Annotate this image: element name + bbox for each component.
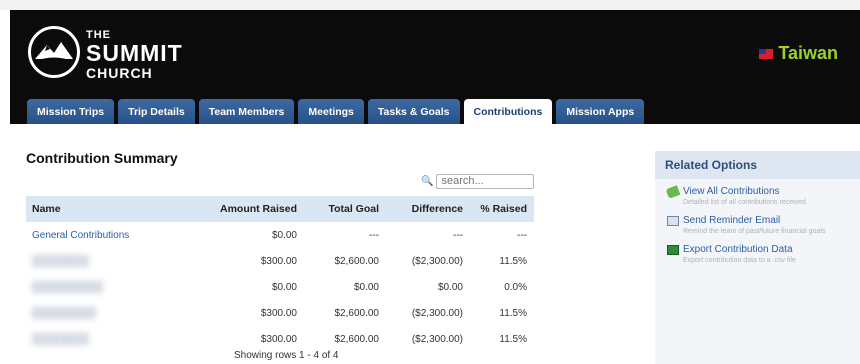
row-percent-raised: 0.0% <box>504 281 527 293</box>
row-difference: ($2,300.00) <box>411 333 463 345</box>
table-header: Name Amount Raised Total Goal Difference… <box>26 196 534 222</box>
row-difference: --- <box>453 229 463 241</box>
tab-tasks-goals[interactable]: Tasks & Goals <box>367 99 460 124</box>
tab-contributions[interactable]: Contributions <box>463 99 553 124</box>
row-total-goal: $2,600.00 <box>334 307 380 319</box>
table-row: ██████████ $0.00 $0.00 $0.00 0.0% <box>26 274 534 300</box>
table-row: ████████ $300.00 $2,600.00 ($2,300.00) 1… <box>26 326 534 352</box>
spreadsheet-icon <box>667 245 679 255</box>
main-content: Contribution Summary 🔍 Name Amount Raise… <box>10 124 640 364</box>
column-header-name[interactable]: Name <box>26 203 206 215</box>
row-total-goal: $0.00 <box>353 281 379 293</box>
related-options-panel: Related Options View All Contributions D… <box>655 151 860 364</box>
mountain-logo-icon <box>28 26 80 78</box>
contributions-table: Name Amount Raised Total Goal Difference… <box>26 196 534 352</box>
search-icon: 🔍 <box>421 176 434 187</box>
logo-summit: SUMMIT <box>86 40 183 66</box>
search-input[interactable] <box>436 174 535 189</box>
location-label: Taiwan <box>778 43 838 63</box>
top-strip <box>0 0 860 10</box>
row-percent-raised: 11.5% <box>499 307 527 319</box>
tab-mission-apps[interactable]: Mission Apps <box>556 99 645 124</box>
pagination-status: Showing rows 1 - 4 of 4 <box>234 350 339 361</box>
row-difference: ($2,300.00) <box>411 255 463 267</box>
option-view-all-contributions[interactable]: View All Contributions Detailed list of … <box>655 185 860 208</box>
summit-church-logo[interactable]: THE SUMMIT CHURCH <box>28 26 198 90</box>
option-title[interactable]: Export Contribution Data <box>683 243 860 256</box>
row-name-redacted[interactable]: ██████████ <box>26 282 206 293</box>
row-percent-raised: --- <box>517 229 527 241</box>
table-row: █████████ $300.00 $2,600.00 ($2,300.00) … <box>26 300 534 326</box>
row-difference: ($2,300.00) <box>411 307 463 319</box>
row-amount-raised: $300.00 <box>260 307 297 319</box>
row-difference: $0.00 <box>437 281 463 293</box>
row-amount-raised: $0.00 <box>271 281 297 293</box>
row-percent-raised: 11.5% <box>499 255 527 267</box>
column-header-percent-raised[interactable]: % Raised <box>463 203 527 215</box>
tab-meetings[interactable]: Meetings <box>298 99 364 124</box>
row-percent-raised: 11.5% <box>499 333 527 345</box>
column-header-amount-raised[interactable]: Amount Raised <box>206 203 297 215</box>
option-title[interactable]: Send Reminder Email <box>683 214 860 227</box>
row-total-goal: --- <box>369 229 379 241</box>
option-title[interactable]: View All Contributions <box>683 185 860 198</box>
search-box: 🔍 <box>421 174 535 189</box>
tab-bar: Mission Trips Trip Details Team Members … <box>27 99 648 124</box>
option-description: Export contribution data to a .csv file <box>683 257 796 264</box>
related-options-title: Related Options <box>655 151 860 179</box>
table-row: ████████ $300.00 $2,600.00 ($2,300.00) 1… <box>26 248 534 274</box>
option-send-reminder-email[interactable]: Send Reminder Email Remind the team of p… <box>655 214 860 237</box>
option-export-contribution-data[interactable]: Export Contribution Data Export contribu… <box>655 243 860 266</box>
row-amount-raised: $300.00 <box>260 333 297 345</box>
row-name-redacted[interactable]: █████████ <box>26 308 206 319</box>
row-total-goal: $2,600.00 <box>334 255 380 267</box>
tab-mission-trips[interactable]: Mission Trips <box>27 99 115 124</box>
tag-icon <box>665 185 681 199</box>
taiwan-flag-icon <box>759 48 774 59</box>
row-total-goal: $2,600.00 <box>334 333 380 345</box>
option-description: Detailed list of all contributions recei… <box>683 199 806 206</box>
tab-team-members[interactable]: Team Members <box>198 99 295 124</box>
column-header-total-goal[interactable]: Total Goal <box>297 203 379 215</box>
logo-church: CHURCH <box>86 65 153 81</box>
table-row: General Contributions $0.00 --- --- --- <box>26 222 534 248</box>
location-indicator: Taiwan <box>759 43 838 64</box>
row-name-redacted[interactable]: ████████ <box>26 334 206 345</box>
mail-icon <box>667 216 679 226</box>
option-description: Remind the team of past/future financial… <box>683 228 826 235</box>
row-name-link[interactable]: General Contributions <box>26 230 206 241</box>
page-title: Contribution Summary <box>26 150 178 166</box>
row-name-redacted[interactable]: ████████ <box>26 256 206 267</box>
column-header-difference[interactable]: Difference <box>379 203 463 215</box>
tab-trip-details[interactable]: Trip Details <box>118 99 195 124</box>
row-amount-raised: $300.00 <box>260 255 297 267</box>
row-amount-raised: $0.00 <box>271 229 297 241</box>
logo-wordmark: THE SUMMIT CHURCH <box>86 30 183 81</box>
